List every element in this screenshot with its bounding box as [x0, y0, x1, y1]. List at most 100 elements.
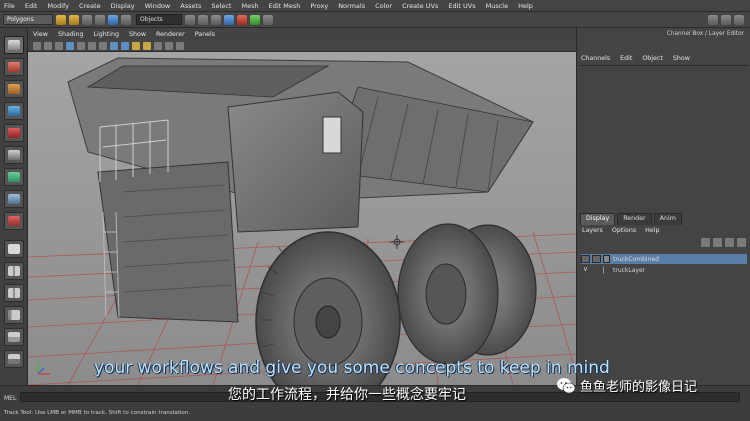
channel-menu-show[interactable]: Show	[673, 55, 690, 62]
render-settings-icon[interactable]	[263, 14, 273, 25]
menu-modify[interactable]: Modify	[47, 2, 69, 10]
channel-box-toggle-icon[interactable]	[734, 15, 744, 25]
two-pane-icon	[8, 288, 20, 298]
layer-menu-layers[interactable]: Layers	[582, 227, 603, 234]
move-layer-up-icon[interactable]	[701, 238, 710, 247]
selection-mask-field[interactable]: Objects	[136, 14, 182, 25]
menu-edit[interactable]: Edit	[25, 2, 38, 10]
single-pane-layout-button[interactable]	[4, 240, 24, 258]
four-pane-layout-button[interactable]	[4, 262, 24, 280]
image-plane-icon[interactable]	[66, 41, 74, 50]
scale-tool-button[interactable]	[4, 146, 24, 164]
panel-menu-renderer[interactable]: Renderer	[156, 31, 185, 38]
channel-menu-edit[interactable]: Edit	[620, 55, 632, 62]
snap-point-icon[interactable]	[211, 14, 221, 25]
graph-layout-button[interactable]	[4, 328, 24, 346]
outliner-layout-button[interactable]	[4, 306, 24, 324]
channel-menu-object[interactable]: Object	[642, 55, 663, 62]
smooth-shade-icon[interactable]	[121, 41, 129, 50]
wireframe-icon[interactable]	[110, 41, 118, 50]
front-grille	[97, 161, 239, 323]
lights-icon[interactable]	[143, 41, 151, 50]
paint-select-tool-button[interactable]	[4, 80, 24, 98]
tab-render[interactable]: Render	[617, 213, 652, 225]
menu-mesh[interactable]: Mesh	[241, 2, 258, 10]
bookmark-icon[interactable]	[55, 41, 63, 50]
save-scene-icon[interactable]	[82, 14, 92, 25]
select-tool-button[interactable]	[4, 36, 24, 54]
menu-proxy[interactable]: Proxy	[310, 2, 328, 10]
menu-help[interactable]: Help	[518, 2, 533, 10]
move-tool-button[interactable]	[4, 102, 24, 120]
soft-mod-tool-button[interactable]	[4, 190, 24, 208]
manipulator-icon	[8, 172, 20, 182]
tab-anim[interactable]: Anim	[653, 213, 682, 225]
snap-grid-icon[interactable]	[185, 14, 195, 25]
menu-create-uvs[interactable]: Create UVs	[402, 2, 438, 10]
panel-menu-panels[interactable]: Panels	[195, 31, 215, 38]
two-pane-layout-button[interactable]	[4, 284, 24, 302]
new-empty-layer-icon[interactable]	[725, 238, 734, 247]
menu-create[interactable]: Create	[79, 2, 101, 10]
menu-edit-uvs[interactable]: Edit UVs	[448, 2, 475, 10]
cab-window	[322, 116, 342, 154]
panel-menu-shading[interactable]: Shading	[58, 31, 84, 38]
layer-color-swatch[interactable]	[603, 255, 610, 263]
layer-menu-options[interactable]: Options	[612, 227, 636, 234]
last-tool-button[interactable]	[4, 212, 24, 230]
layer-menu-help[interactable]: Help	[645, 227, 659, 234]
layer-display-type-toggle[interactable]	[592, 255, 601, 263]
select-object-icon[interactable]	[108, 14, 118, 25]
xray-icon[interactable]	[165, 41, 173, 50]
layer-row[interactable]: truckCombined	[581, 254, 747, 264]
menu-edit-mesh[interactable]: Edit Mesh	[269, 2, 301, 10]
textured-icon[interactable]	[132, 41, 140, 50]
film-gate-icon[interactable]	[88, 41, 96, 50]
tool-settings-toggle-icon[interactable]	[721, 15, 731, 25]
panel-menu-view[interactable]: View	[33, 31, 48, 38]
menu-set-dropdown[interactable]: Polygons	[3, 14, 53, 25]
menu-file[interactable]: File	[4, 2, 15, 10]
ipr-render-icon[interactable]	[250, 14, 260, 25]
menu-window[interactable]: Window	[145, 2, 171, 10]
menu-display[interactable]: Display	[111, 2, 135, 10]
lasso-tool-button[interactable]	[4, 58, 24, 76]
move-layer-down-icon[interactable]	[713, 238, 722, 247]
open-scene-icon[interactable]	[69, 14, 79, 25]
isolate-select-icon[interactable]	[176, 41, 184, 50]
menu-select[interactable]: Select	[211, 2, 231, 10]
new-layer-selected-icon[interactable]	[737, 238, 746, 247]
select-component-icon[interactable]	[121, 14, 131, 25]
channel-box-title: Channel Box / Layer Editor	[666, 31, 744, 37]
select-camera-icon[interactable]	[33, 41, 41, 50]
layer-row[interactable]: V truckLayer	[581, 265, 747, 275]
menu-color[interactable]: Color	[375, 2, 392, 10]
manipulator-tool-button[interactable]	[4, 168, 24, 186]
menu-assets[interactable]: Assets	[180, 2, 201, 10]
layer-visibility-toggle[interactable]: V	[581, 266, 590, 274]
panel-menu-lighting[interactable]: Lighting	[94, 31, 119, 38]
grid-icon[interactable]	[77, 41, 85, 50]
channel-menu-channels[interactable]: Channels	[581, 55, 610, 62]
menu-normals[interactable]: Normals	[338, 2, 365, 10]
layer-display-type-toggle[interactable]	[592, 266, 601, 274]
perspective-viewport[interactable]	[28, 52, 576, 385]
layer-visibility-toggle[interactable]	[581, 255, 590, 263]
shadows-icon[interactable]	[154, 41, 162, 50]
resolution-gate-icon[interactable]	[99, 41, 107, 50]
single-pane-icon	[8, 244, 20, 254]
tab-display[interactable]: Display	[580, 213, 616, 225]
rotate-tool-button[interactable]	[4, 124, 24, 142]
attribute-editor-toggle-icon[interactable]	[708, 15, 718, 25]
layer-color-swatch[interactable]	[603, 266, 610, 274]
hypershade-layout-button[interactable]	[4, 350, 24, 368]
snap-curve-icon[interactable]	[198, 14, 208, 25]
select-hierarchy-icon[interactable]	[95, 14, 105, 25]
render-icon[interactable]	[237, 14, 247, 25]
panel-menu-show[interactable]: Show	[129, 31, 146, 38]
history-icon[interactable]	[224, 14, 234, 25]
soft-mod-icon	[8, 194, 20, 204]
menu-muscle[interactable]: Muscle	[486, 2, 509, 10]
new-scene-icon[interactable]	[56, 14, 66, 25]
camera-attributes-icon[interactable]	[44, 41, 52, 50]
